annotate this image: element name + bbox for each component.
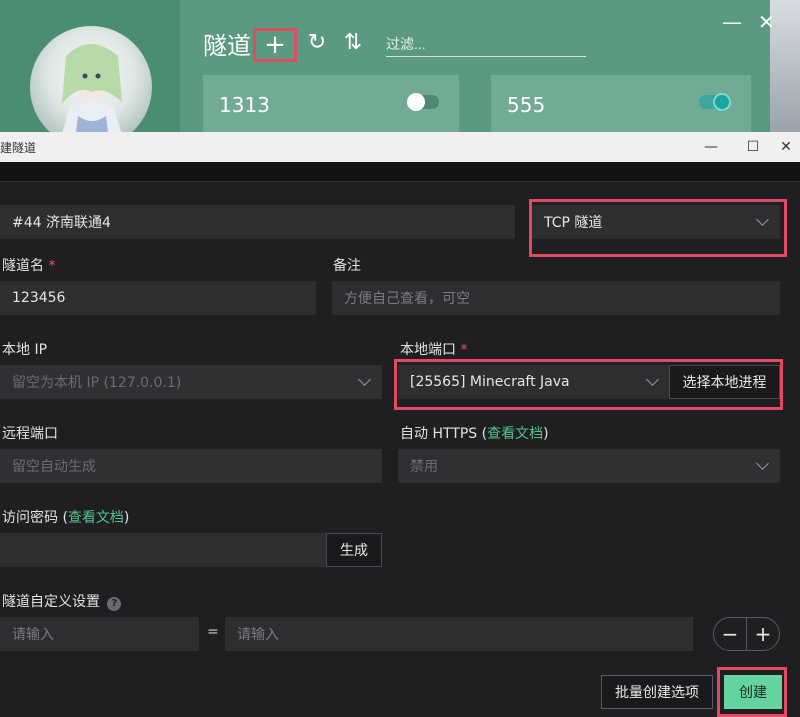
dialog-titlebar[interactable]: 建隧道 — ☐ ✕ [0, 132, 800, 162]
sidebar [0, 0, 180, 132]
custom-settings-label: 隧道自定义设置 ? [2, 591, 122, 611]
highlight-box [717, 667, 787, 717]
maximize-icon[interactable]: ☐ [730, 134, 776, 160]
tunnel-toggle[interactable] [699, 93, 731, 111]
add-tunnel-button[interactable]: + [253, 28, 297, 62]
equals-sign: = [207, 624, 219, 640]
auto-https-label: 自动 HTTPS (查看文档) [400, 426, 549, 442]
minimize-icon[interactable]: — [688, 134, 734, 160]
remove-row-button[interactable]: − [713, 617, 747, 651]
avatar[interactable] [30, 26, 152, 132]
minus-icon: − [721, 622, 739, 646]
access-key-label: 访问密码 (查看文档) [2, 510, 130, 526]
custom-key-input[interactable]: 请输入 [0, 617, 199, 651]
tunnel-name: 555 [507, 93, 546, 117]
access-key-input[interactable] [0, 533, 328, 567]
refresh-icon[interactable]: ↻ [303, 29, 331, 57]
page-title: 隧道 [203, 32, 251, 60]
tunnel-toggle[interactable] [407, 93, 439, 111]
close-icon[interactable]: ✕ [772, 134, 800, 160]
tunnel-name: 1313 [219, 93, 270, 117]
chevron-down-icon [756, 457, 769, 470]
generate-button[interactable]: 生成 [326, 533, 382, 567]
remote-port-label: 远程端口 [2, 426, 58, 442]
filter-input[interactable] [386, 31, 586, 57]
local-ip-input[interactable]: 留空为本机 IP (127.0.0.1) [0, 365, 382, 399]
tunnel-name-input[interactable]: 123456 [0, 281, 316, 315]
view-docs-link[interactable]: 查看文档 [487, 426, 543, 442]
auto-https-select[interactable]: 禁用 [398, 449, 780, 483]
local-ip-label: 本地 IP [2, 342, 48, 358]
create-tunnel-dialog: 建隧道 — ☐ ✕ #44 济南联通4 TCP 隧道 隧道名 * 备注 1234… [0, 132, 800, 717]
tunnel-card[interactable]: 555 [491, 75, 751, 132]
custom-value-input[interactable]: 请输入 [225, 617, 693, 651]
dialog-header-band [0, 162, 800, 182]
highlight-box [529, 199, 787, 257]
batch-create-button[interactable]: 批量创建选项 [601, 675, 713, 709]
local-port-label: 本地端口 * [400, 342, 468, 358]
add-row-button[interactable]: + [746, 617, 780, 651]
view-docs-link[interactable]: 查看文档 [68, 510, 124, 526]
help-icon[interactable]: ? [107, 597, 122, 611]
minimize-icon[interactable]: — [722, 10, 742, 34]
remote-port-input[interactable]: 留空自动生成 [0, 449, 382, 483]
chevron-down-icon [358, 373, 371, 386]
dialog-title: 建隧道 [0, 141, 37, 155]
sort-icon[interactable]: ⇅ [339, 29, 367, 57]
close-icon[interactable]: ✕ [758, 10, 775, 34]
plus-icon: + [754, 622, 772, 646]
highlight-box [394, 359, 783, 410]
remark-label: 备注 [333, 258, 361, 274]
tunnel-card[interactable]: 1313 [203, 75, 459, 132]
node-select[interactable]: #44 济南联通4 [0, 205, 515, 239]
remark-input[interactable]: 方便自己查看，可空 [332, 281, 780, 315]
tunnel-name-label: 隧道名 * [2, 258, 56, 274]
plus-icon: + [264, 30, 286, 60]
main-app-header: 隧道 + ↻ ⇅ 1313 555 — ✕ [0, 0, 800, 132]
